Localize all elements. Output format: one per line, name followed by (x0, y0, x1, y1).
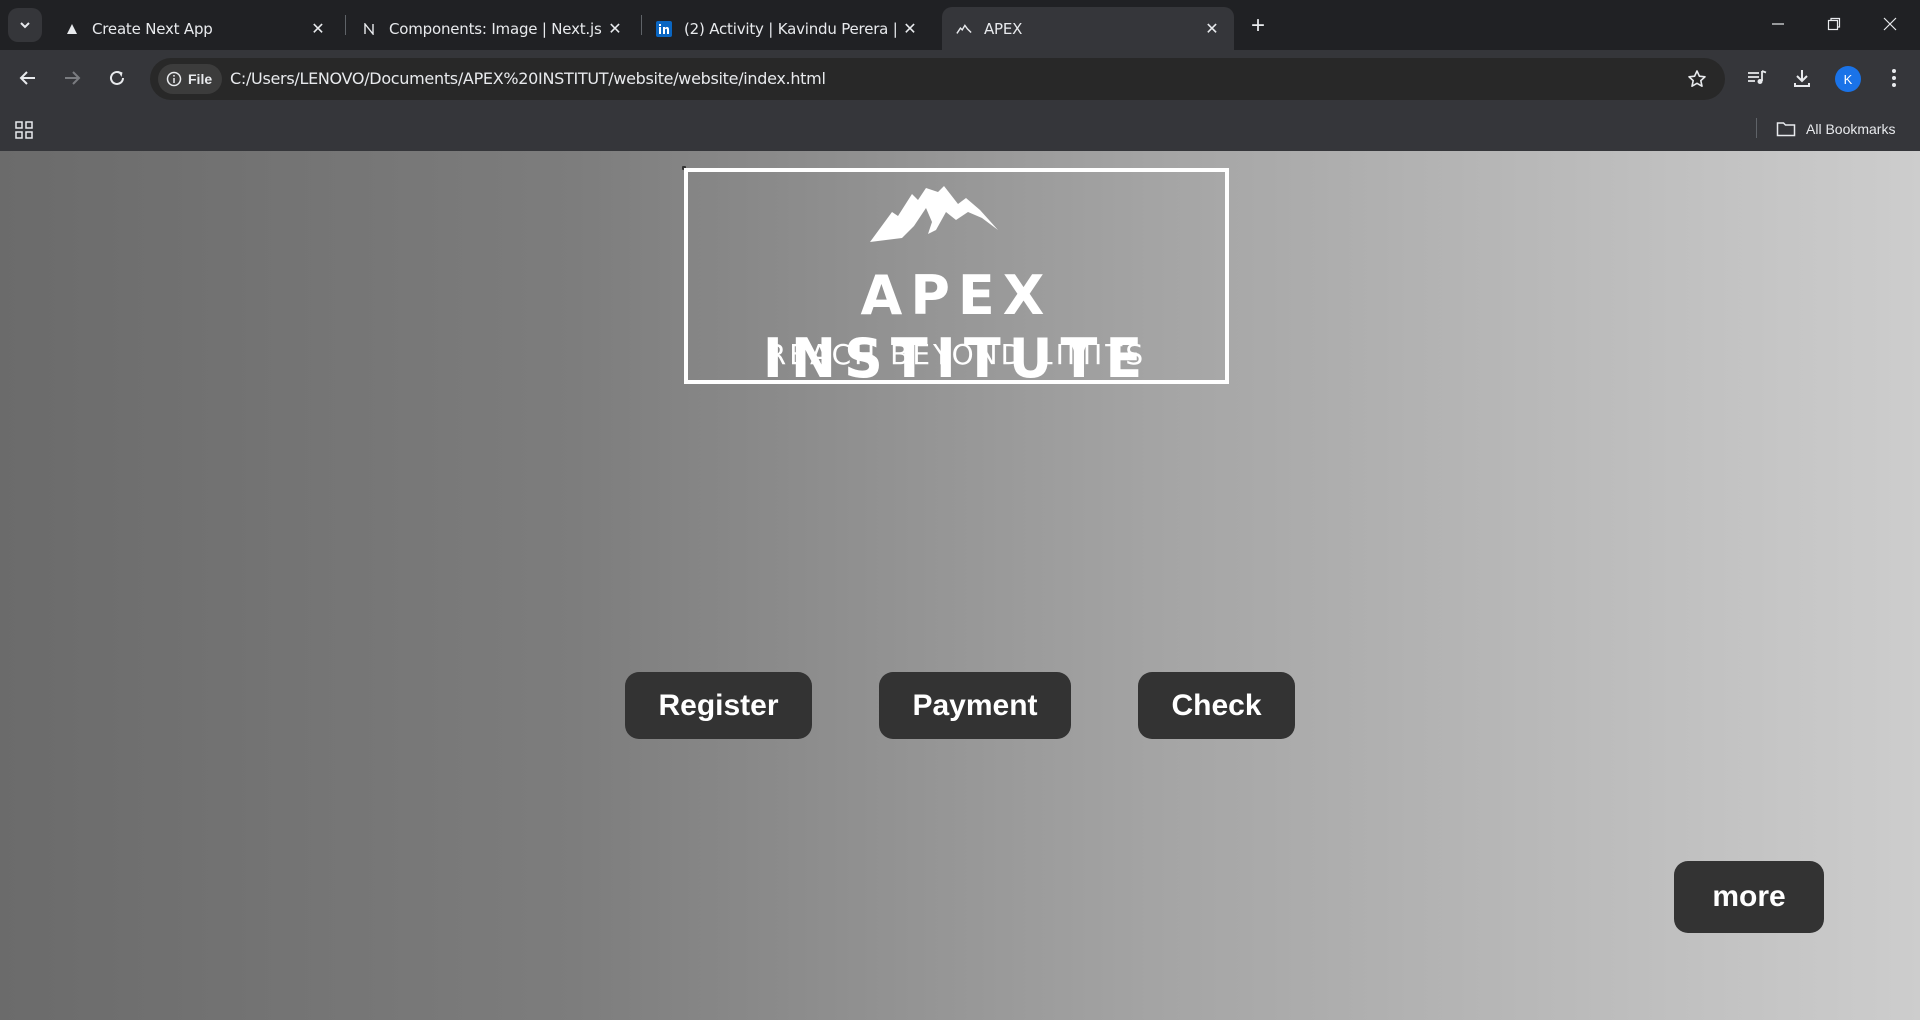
close-window-button[interactable] (1862, 0, 1918, 48)
bookmark-star-button[interactable] (1685, 67, 1709, 91)
download-icon (1794, 70, 1810, 87)
nextjs-icon (361, 21, 377, 37)
restore-icon (1827, 17, 1841, 31)
arrow-right-icon (65, 71, 81, 85)
close-icon[interactable]: ✕ (1200, 17, 1224, 41)
bookmarks-divider (1756, 118, 1757, 138)
site-info-chip[interactable]: File (158, 64, 223, 94)
reload-button[interactable] (101, 62, 133, 94)
tab-title: Components: Image | Next.js (389, 19, 602, 38)
more-button[interactable]: more (1674, 861, 1824, 933)
new-tab-button[interactable]: + (1244, 12, 1272, 40)
linkedin-icon (656, 20, 672, 37)
reload-icon (110, 70, 124, 85)
browser-menu-button[interactable] (1879, 63, 1909, 93)
close-icon[interactable]: ✕ (306, 17, 330, 41)
vercel-triangle-icon (64, 21, 80, 37)
arrow-left-icon (19, 71, 35, 85)
payment-button[interactable]: Payment (879, 672, 1071, 739)
url-text[interactable]: C:/Users/LENOVO/Documents/APEX%20INSTITU… (230, 69, 826, 88)
tab-nextjs-image[interactable]: Components: Image | Next.js ✕ (347, 7, 637, 50)
minimize-button[interactable] (1750, 0, 1806, 48)
close-icon[interactable]: ✕ (898, 17, 922, 41)
register-button[interactable]: Register (625, 672, 812, 739)
tab-create-next-app[interactable]: Create Next App ✕ (50, 7, 340, 50)
grid-icon (15, 121, 33, 139)
tab-apex[interactable]: APEX ✕ (942, 7, 1234, 50)
tab-search-button[interactable] (8, 8, 42, 42)
logo-title: APEX INSTITUTE (762, 264, 1151, 390)
minimize-icon (1772, 23, 1784, 25)
media-control-button[interactable] (1742, 63, 1772, 93)
check-button[interactable]: Check (1138, 672, 1295, 739)
star-icon (1688, 70, 1706, 87)
apex-mountain-icon (956, 21, 972, 37)
close-icon[interactable]: ✕ (603, 17, 627, 41)
mountain-logo-icon (870, 186, 998, 242)
profile-avatar[interactable]: K (1835, 66, 1861, 92)
close-icon (1883, 17, 1897, 31)
logo-tagline: REACH BEYOND LIMITS (766, 338, 1147, 371)
tab-title: APEX (984, 19, 1023, 38)
chevron-down-icon (20, 22, 30, 29)
bookmarks-bar: All Bookmarks (0, 108, 1920, 151)
tab-linkedin[interactable]: (2) Activity | Kavindu Perera | Lin ✕ (642, 7, 932, 50)
more-vert-icon (1892, 69, 1896, 87)
back-button[interactable] (12, 62, 44, 94)
scheme-label: File (188, 71, 213, 87)
page-content: APEX INSTITUTE REACH BEYOND LIMITS Regis… (0, 151, 1920, 1020)
address-bar[interactable]: File C:/Users/LENOVO/Documents/APEX%20IN… (150, 58, 1725, 100)
tab-title: Create Next App (92, 19, 213, 38)
tab-divider (345, 15, 346, 35)
all-bookmarks-button[interactable]: All Bookmarks (1776, 117, 1895, 141)
info-icon (166, 71, 182, 87)
restore-button[interactable] (1806, 0, 1862, 48)
queue-music-icon (1748, 70, 1767, 84)
apex-logo: APEX INSTITUTE REACH BEYOND LIMITS (684, 168, 1229, 390)
downloads-button[interactable] (1787, 63, 1817, 93)
apps-button[interactable] (12, 118, 36, 142)
all-bookmarks-label: All Bookmarks (1806, 121, 1896, 137)
browser-toolbar: File C:/Users/LENOVO/Documents/APEX%20IN… (0, 50, 1920, 108)
forward-button[interactable] (56, 62, 88, 94)
tab-strip: Create Next App ✕ Components: Image | Ne… (0, 0, 1920, 50)
tab-title: (2) Activity | Kavindu Perera | Lin (684, 19, 898, 38)
folder-icon (1776, 122, 1796, 137)
